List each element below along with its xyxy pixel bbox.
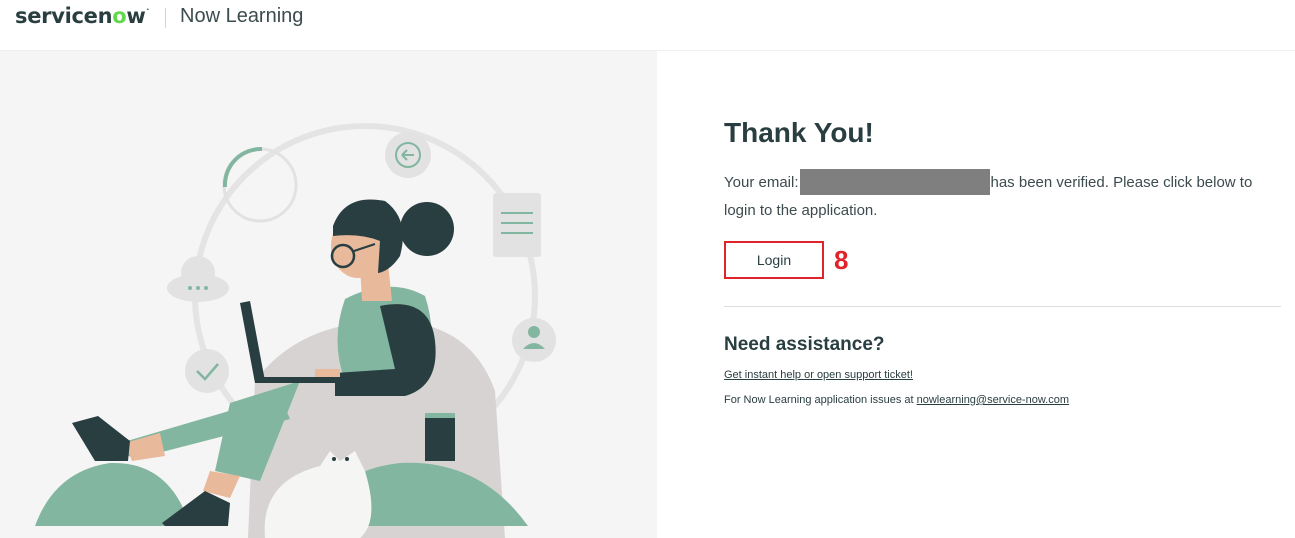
issues-text: For Now Learning application issues at xyxy=(724,394,914,406)
issues-contact: For Now Learning application issues at n… xyxy=(724,394,1069,406)
support-ticket-link[interactable]: Get instant help or open support ticket! xyxy=(724,369,913,381)
top-header: servicenow. Now Learning xyxy=(0,0,1295,51)
support-email-link[interactable]: nowlearning@service-now.com xyxy=(917,394,1069,406)
message-prefix: Your email: xyxy=(724,174,799,191)
hero-illustration-panel xyxy=(0,51,657,538)
header-divider xyxy=(165,8,166,28)
page-title: Thank You! xyxy=(724,117,874,148)
woman-with-laptop-icon xyxy=(35,123,556,538)
login-button[interactable]: Login xyxy=(724,241,824,279)
app-name: Now Learning xyxy=(180,5,304,27)
servicenow-logo[interactable]: servicenow. xyxy=(15,4,149,28)
assistance-title: Need assistance? xyxy=(724,334,885,355)
verification-message: Your email: has been verified. Please cli… xyxy=(724,169,1284,225)
section-divider xyxy=(724,306,1281,307)
redacted-email xyxy=(799,169,990,195)
step-annotation: 8 xyxy=(834,245,849,275)
